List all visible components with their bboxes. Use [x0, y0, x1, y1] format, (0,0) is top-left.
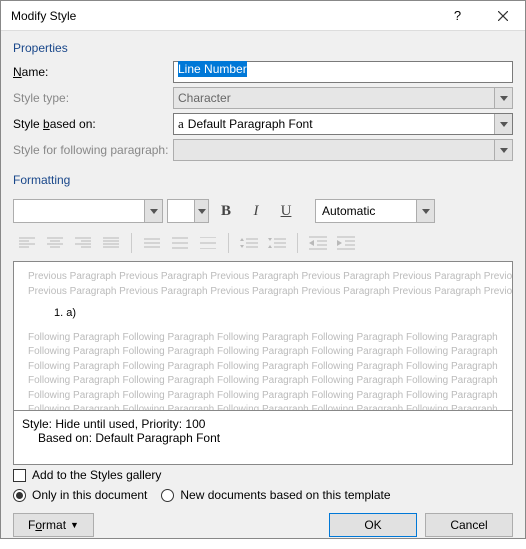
align-left-button — [13, 231, 41, 255]
spacing-1-button — [138, 231, 166, 255]
style-type-label: Style type: — [13, 91, 173, 105]
chevron-down-icon[interactable] — [194, 200, 208, 222]
font-size-combo[interactable] — [167, 199, 209, 223]
add-gallery-label: Add to the Styles gallery — [32, 468, 161, 482]
help-button[interactable]: ? — [435, 1, 480, 31]
add-gallery-checkbox[interactable] — [13, 469, 26, 482]
spacing-15-button — [166, 231, 194, 255]
name-label: Name: — [13, 65, 173, 79]
properties-heading: Properties — [13, 41, 513, 55]
indent-inc-button — [332, 231, 360, 255]
chevron-down-icon[interactable] — [494, 114, 512, 134]
align-right-button — [69, 231, 97, 255]
style-description: Style: Hide until used, Priority: 100 Ba… — [13, 411, 513, 465]
spacing-2-button — [194, 231, 222, 255]
space-before-dec-button — [263, 231, 291, 255]
space-before-inc-button — [235, 231, 263, 255]
italic-button[interactable]: I — [243, 199, 269, 223]
modify-style-dialog: Modify Style ? Properties Name: Line Num… — [0, 0, 526, 539]
indent-dec-button — [304, 231, 332, 255]
new-documents-label: New documents based on this template — [180, 488, 390, 502]
new-documents-radio[interactable] — [161, 489, 174, 502]
following-label: Style for following paragraph: — [13, 143, 173, 157]
font-family-combo[interactable] — [13, 199, 163, 223]
bold-button[interactable]: B — [213, 199, 239, 223]
based-on-label: Style based on: — [13, 117, 173, 131]
following-combo — [173, 139, 513, 161]
chevron-down-icon — [494, 140, 512, 160]
chevron-down-icon[interactable] — [144, 200, 162, 222]
based-on-combo[interactable]: aDefault Paragraph Font — [173, 113, 513, 135]
name-input[interactable]: Line Number — [173, 61, 513, 83]
preview-sample: 1. a) — [54, 306, 498, 321]
align-center-button — [41, 231, 69, 255]
preview-pane: Previous Paragraph Previous Paragraph Pr… — [13, 261, 513, 411]
style-type-combo: Character — [173, 87, 513, 109]
window-title: Modify Style — [11, 9, 435, 23]
chevron-down-icon — [494, 88, 512, 108]
underline-button[interactable]: U — [273, 199, 299, 223]
formatting-heading: Formatting — [13, 173, 513, 187]
only-document-label: Only in this document — [32, 488, 147, 502]
cancel-button[interactable]: Cancel — [425, 513, 513, 537]
chevron-down-icon[interactable] — [416, 200, 434, 222]
ok-button[interactable]: OK — [329, 513, 417, 537]
only-document-radio[interactable] — [13, 489, 26, 502]
titlebar: Modify Style ? — [1, 1, 525, 31]
close-button[interactable] — [480, 1, 525, 31]
font-color-combo[interactable]: Automatic — [315, 199, 435, 223]
align-justify-button — [97, 231, 125, 255]
format-button[interactable]: Format▼ — [13, 513, 94, 537]
